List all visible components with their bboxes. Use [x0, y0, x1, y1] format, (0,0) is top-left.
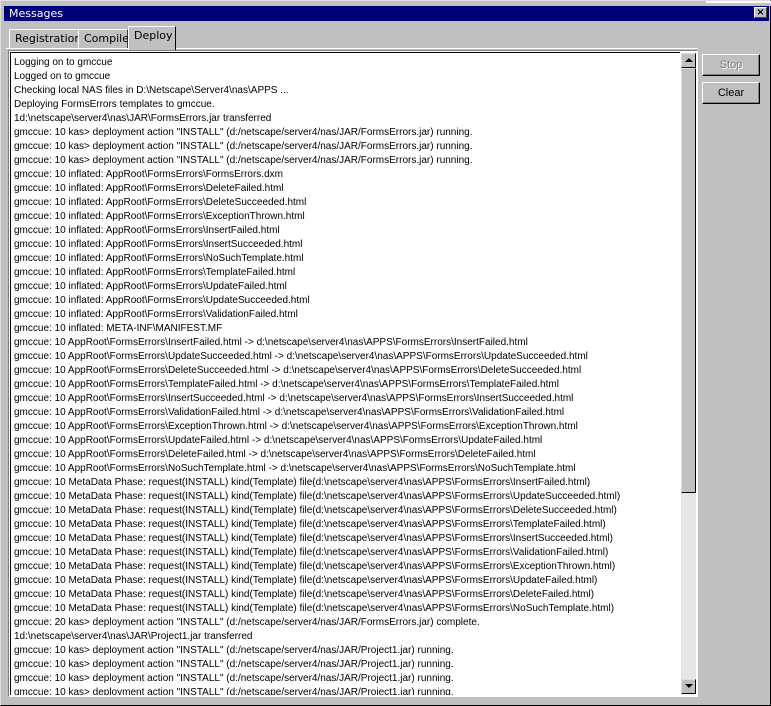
log-line: gmccue: 10 AppRoot\FormsErrors\Exception… — [14, 421, 578, 432]
tab-compiler[interactable]: Compiler — [78, 29, 134, 48]
log-line: gmccue: 10 inflated: AppRoot\FormsErrors… — [14, 295, 310, 306]
log-line: gmccue: 10 inflated: AppRoot\FormsErrors… — [14, 197, 307, 208]
window-title: Messages — [9, 7, 63, 20]
log-line: gmccue: 20 kas> deployment action "INSTA… — [14, 617, 480, 628]
vertical-scrollbar[interactable] — [681, 53, 696, 694]
log-line: gmccue: 10 kas> deployment action "INSTA… — [14, 673, 454, 684]
log-line: gmccue: 10 kas> deployment action "INSTA… — [14, 645, 454, 656]
log-line: gmccue: 10 AppRoot\FormsErrors\DeleteSuc… — [14, 365, 582, 376]
title-bar[interactable]: Messages × — [4, 6, 769, 21]
log-line: gmccue: 10 inflated: AppRoot\FormsErrors… — [14, 267, 296, 278]
stop-button[interactable]: Stop — [702, 54, 760, 76]
log-lines: Logging on to gmccue Logged on to gmccue C… — [14, 56, 680, 695]
log-line: gmccue: 10 inflated: AppRoot\FormsErrors… — [14, 239, 303, 250]
log-line: gmccue: 10 MetaData Phase: request(INSTA… — [14, 491, 621, 502]
top-edge-gap — [706, 1, 771, 3]
log-line: gmccue: 10 MetaData Phase: request(INSTA… — [14, 547, 609, 558]
log-line: gmccue: 10 AppRoot\FormsErrors\InsertSuc… — [14, 393, 574, 404]
log-line: gmccue: 10 inflated: META-INF\MANIFEST.M… — [14, 323, 223, 334]
log-line: gmccue: 10 AppRoot\FormsErrors\UpdateFai… — [14, 435, 543, 446]
log-line: gmccue: 10 inflated: AppRoot\FormsErrors… — [14, 169, 283, 180]
log-line: gmccue: 10 MetaData Phase: request(INSTA… — [14, 589, 595, 600]
log-line: gmccue: 10 kas> deployment action "INSTA… — [14, 141, 473, 152]
log-line: gmccue: 10 kas> deployment action "INSTA… — [14, 687, 454, 695]
log-line: 1d:\netscape\server4\nas\JAR\FormsErrors… — [14, 113, 272, 124]
log-line: 1d:\netscape\server4\nas\JAR\Project1.ja… — [14, 631, 253, 642]
log-line: gmccue: 10 inflated: AppRoot\FormsErrors… — [14, 225, 280, 236]
close-icon: × — [756, 7, 765, 18]
log-line: Logging on to gmccue — [14, 57, 113, 68]
tab-panel-edge — [6, 48, 698, 49]
log-line: gmccue: 10 inflated: AppRoot\FormsErrors… — [14, 253, 304, 264]
scroll-down-button[interactable] — [681, 679, 696, 694]
clear-button[interactable]: Clear — [702, 82, 760, 104]
log-line: Checking local NAS files in D:\Netscape\… — [14, 85, 289, 96]
log-line: gmccue: 10 AppRoot\FormsErrors\DeleteFai… — [14, 449, 536, 460]
log-line: gmccue: 10 AppRoot\FormsErrors\NoSuchTem… — [14, 463, 576, 474]
log-line: gmccue: 10 AppRoot\FormsErrors\TemplateF… — [14, 379, 559, 390]
down-arrow-icon — [685, 684, 693, 688]
log-line: gmccue: 10 kas> deployment action "INSTA… — [14, 127, 473, 138]
log-viewport: Logging on to gmccue Logged on to gmccue C… — [10, 52, 680, 695]
log-line: gmccue: 10 inflated: AppRoot\FormsErrors… — [14, 281, 287, 292]
log-line: gmccue: 10 inflated: AppRoot\FormsErrors… — [14, 183, 284, 194]
up-arrow-icon — [685, 58, 693, 62]
log-output[interactable]: Logging on to gmccue Logged on to gmccue C… — [8, 50, 698, 697]
tab-deploy[interactable]: Deploy — [128, 26, 176, 50]
messages-window: Messages × Registration Compiler Deploy … — [0, 0, 771, 706]
log-line: gmccue: 10 inflated: AppRoot\FormsErrors… — [14, 309, 298, 320]
log-line: gmccue: 10 MetaData Phase: request(INSTA… — [14, 561, 616, 572]
log-line: gmccue: 10 inflated: AppRoot\FormsErrors… — [14, 211, 305, 222]
log-line: gmccue: 10 MetaData Phase: request(INSTA… — [14, 519, 606, 530]
log-line: gmccue: 10 MetaData Phase: request(INSTA… — [14, 575, 598, 586]
log-line: gmccue: 10 MetaData Phase: request(INSTA… — [14, 603, 615, 614]
log-line: gmccue: 10 MetaData Phase: request(INSTA… — [14, 505, 617, 516]
log-line: gmccue: 10 AppRoot\FormsErrors\UpdateSuc… — [14, 351, 588, 362]
scroll-thumb[interactable] — [681, 68, 696, 493]
scroll-up-button[interactable] — [681, 53, 696, 68]
log-line: gmccue: 10 MetaData Phase: request(INSTA… — [14, 477, 591, 488]
log-line: gmccue: 10 AppRoot\FormsErrors\InsertFai… — [14, 337, 528, 348]
log-line: gmccue: 10 MetaData Phase: request(INSTA… — [14, 533, 613, 544]
close-button[interactable]: × — [754, 7, 767, 18]
log-line: gmccue: 10 kas> deployment action "INSTA… — [14, 659, 454, 670]
log-line: gmccue: 10 kas> deployment action "INSTA… — [14, 155, 473, 166]
log-line: Logged on to gmccue — [14, 71, 111, 82]
log-line: Deploying FormsErrors templates to gmccu… — [14, 99, 215, 110]
tab-registration[interactable]: Registration — [9, 29, 81, 48]
log-line: gmccue: 10 AppRoot\FormsErrors\Validatio… — [14, 407, 565, 418]
